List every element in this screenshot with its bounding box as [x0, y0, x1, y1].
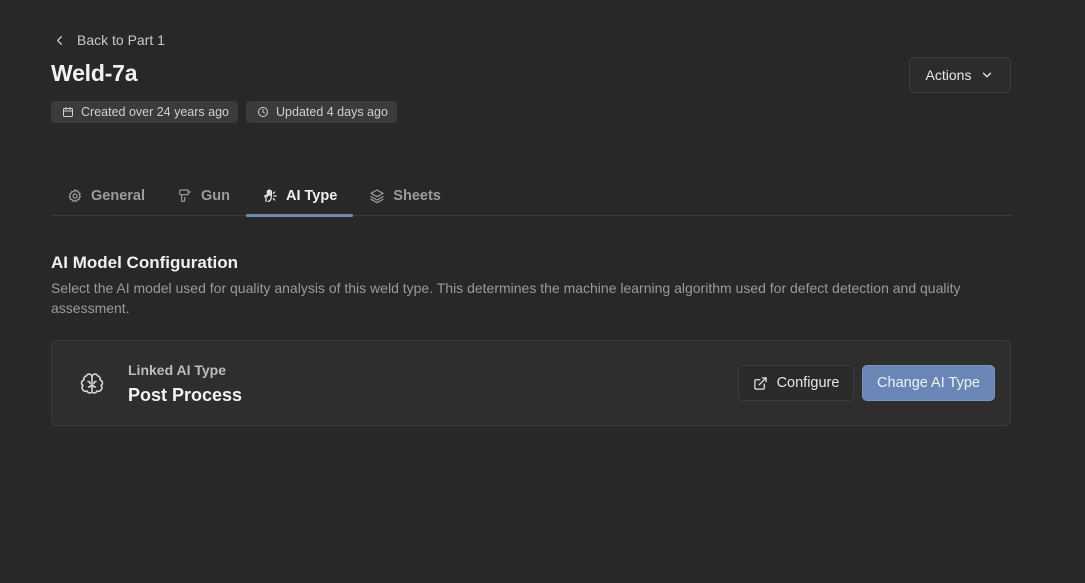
gear-icon	[68, 188, 81, 202]
back-link-label: Back to Part 1	[77, 32, 165, 48]
updated-badge: Updated 4 days ago	[246, 101, 397, 123]
linked-ai-type-card: Linked AI Type Post Process Configure Ch…	[51, 340, 1011, 426]
created-text: Created over 24 years ago	[81, 105, 230, 119]
linked-ai-type-value: Post Process	[128, 385, 243, 405]
page-title: Weld-7a	[51, 60, 138, 86]
meta-badges: Created over 24 years ago Updated 4 days…	[51, 101, 397, 123]
tab-bar: General Gun AI Type Sheets	[51, 176, 1012, 217]
tab-sheets[interactable]: Sheets	[353, 176, 457, 215]
created-badge: Created over 24 years ago	[51, 101, 239, 123]
clock-icon	[258, 107, 269, 117]
tab-gun[interactable]: Gun	[161, 176, 246, 215]
chevron-down-icon	[983, 72, 992, 78]
actions-button[interactable]: Actions	[909, 57, 1011, 93]
tab-general-label: General	[91, 187, 145, 204]
actions-label: Actions	[925, 67, 972, 83]
calendar-icon	[63, 107, 73, 117]
change-ai-type-label: Change AI Type	[877, 375, 980, 391]
tab-ai-type[interactable]: AI Type	[246, 176, 354, 217]
chevron-left-icon	[57, 35, 62, 45]
hand-ai-icon	[264, 188, 277, 202]
brain-icon	[80, 373, 104, 394]
configure-label: Configure	[776, 375, 840, 391]
section-description: Select the AI model used for quality ana…	[51, 280, 961, 316]
weld-gun-icon	[179, 188, 191, 202]
change-ai-type-button[interactable]: Change AI Type	[862, 365, 995, 401]
tab-ai-type-label: AI Type	[286, 187, 338, 204]
layers-icon	[370, 188, 384, 203]
updated-text: Updated 4 days ago	[276, 105, 388, 119]
linked-ai-type-label: Linked AI Type	[128, 362, 227, 378]
tab-gun-label: Gun	[201, 187, 230, 204]
tab-sheets-label: Sheets	[393, 187, 441, 204]
back-link[interactable]: Back to Part 1	[52, 30, 165, 50]
weld-detail-page: Back to Part 1 Weld-7a Created over 24 y…	[0, 0, 1085, 583]
configure-button[interactable]: Configure	[738, 365, 854, 401]
tab-general[interactable]: General	[51, 176, 161, 215]
section-title: AI Model Configuration	[51, 253, 238, 272]
external-link-icon	[753, 376, 767, 390]
